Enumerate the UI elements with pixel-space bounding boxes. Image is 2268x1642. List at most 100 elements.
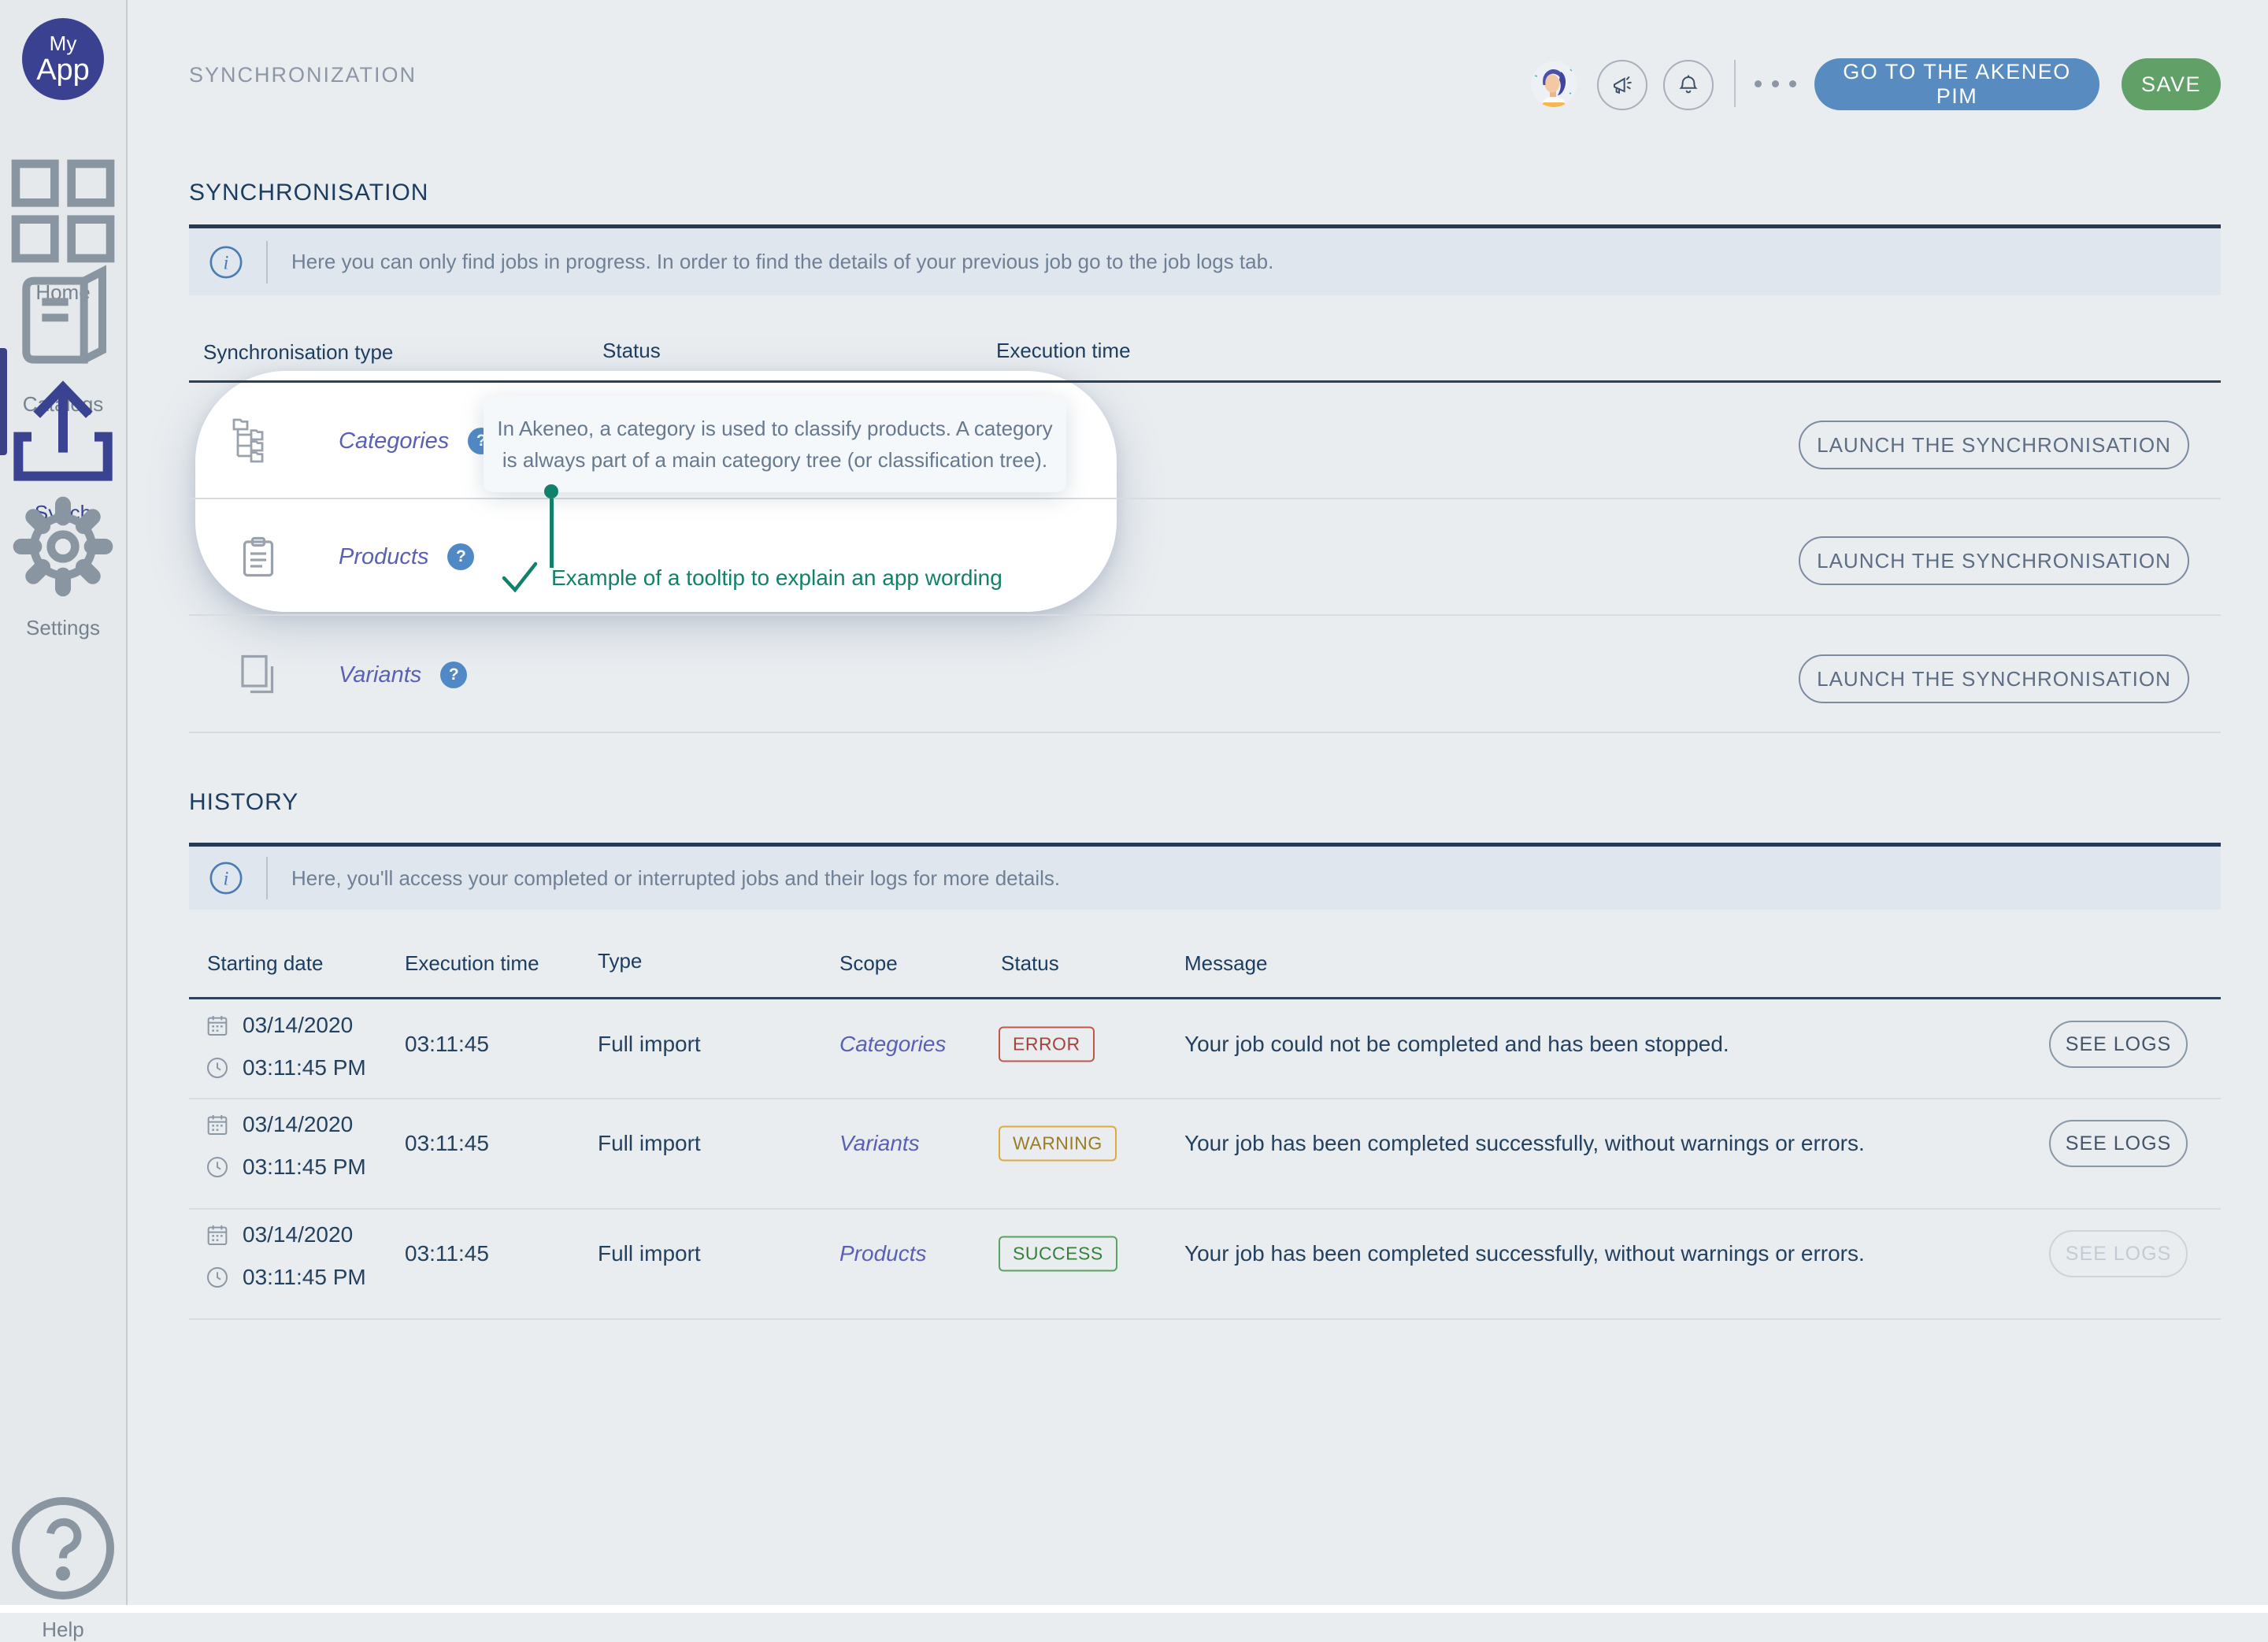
help-badge[interactable]: ? [440,662,467,688]
sync-type-cell: Categories ? [339,428,495,454]
sidebar-item-label: Settings [0,616,126,640]
launch-sync-button[interactable]: LAUNCH THE SYNCHRONISATION [1799,536,2189,585]
status-cell: WARNING [999,1126,1117,1162]
execution-time-cell: 03:11:45 [405,1032,489,1057]
tooltip-pointer-line [550,499,554,568]
svg-text:i: i [224,869,229,890]
history-row: 03/14/2020 03:11:45 PM 03:11:45 Full imp… [189,1000,2221,1098]
history-info-text: Here, you'll access your completed or in… [291,866,1060,891]
column-header-execution-time: Execution time [996,339,1131,363]
calendar-icon [205,1222,230,1247]
bell-icon [1676,72,1701,98]
execution-time-cell: 03:11:45 [405,1131,489,1156]
type-cell: Full import [598,1131,701,1156]
header-divider [1734,60,1736,107]
save-button[interactable]: SAVE [2122,58,2221,110]
sync-info-text: Here you can only find jobs in progress.… [291,250,1273,274]
variants-icon [235,650,282,698]
column-header-type: Type [598,949,642,973]
tooltip-pointer-dot [544,484,558,499]
tooltip-line2: is always part of a main category tree (… [502,444,1047,476]
sidebar-item-help[interactable]: Help [0,1485,126,1642]
column-header-status: Status [1001,951,1059,976]
scope-link[interactable]: Categories [839,1032,946,1057]
sync-type-link[interactable]: Products [339,544,428,570]
avatar[interactable] [1531,61,1577,107]
launch-sync-button[interactable]: LAUNCH THE SYNCHRONISATION [1799,421,2189,469]
book-icon [0,260,126,386]
gear-icon [0,484,126,610]
tooltip-line1: In Akeneo, a category is used to classif… [497,413,1052,444]
launch-sync-button[interactable]: LAUNCH THE SYNCHRONISATION [1799,654,2189,703]
column-header-status: Status [602,339,661,363]
starting-date: 03/14/2020 [243,1013,353,1038]
sync-row-variants: Variants ? LAUNCH THE SYNCHRONISATION [189,614,2221,732]
overflow-menu-icon[interactable] [1755,60,1796,107]
category-tree-icon [230,415,280,465]
see-logs-button-disabled: SEE LOGS [2049,1230,2188,1277]
go-to-pim-button[interactable]: GO TO THE AKENEO PIM [1814,58,2099,110]
banner-divider [266,857,268,899]
sync-row-products: Products ? LAUNCH THE SYNCHRONISATION [189,498,2221,614]
check-icon [501,561,539,594]
message-cell: Your job has been completed successfully… [1184,1131,1865,1156]
status-badge: SUCCESS [999,1236,1117,1272]
starting-date-cell: 03/14/2020 [205,1013,353,1038]
column-header-message: Message [1184,951,1268,976]
starting-date: 03/14/2020 [243,1112,353,1137]
sidebar: My App Home Catalogs Synch Settings Help [0,0,128,1605]
starting-time-cell: 03:11:45 PM [205,1155,366,1180]
status-badge: ERROR [999,1027,1095,1062]
svg-text:i: i [224,252,229,273]
sidebar-item-settings[interactable]: Settings [0,484,126,640]
message-cell: Your job has been completed successfully… [1184,1241,1865,1266]
starting-date-cell: 03/14/2020 [205,1222,353,1247]
clock-icon [205,1055,230,1080]
announcements-button[interactable] [1597,60,1647,110]
bottom-strip [0,1605,2268,1613]
logo-line1: My [50,32,77,54]
tooltip-annotation: Example of a tooltip to explain an app w… [551,565,1002,591]
help-icon [0,1485,126,1611]
history-row: 03/14/2020 03:11:45 PM 03:11:45 Full imp… [189,1098,2221,1208]
starting-time: 03:11:45 PM [243,1265,366,1290]
clipboard-icon [235,534,282,581]
status-cell: SUCCESS [999,1236,1117,1272]
sync-type-link[interactable]: Categories [339,428,449,454]
calendar-icon [205,1112,230,1137]
column-header-sync-type: Synchronisation type [203,340,393,365]
sidebar-item-label: Help [0,1618,126,1642]
type-cell: Full import [598,1241,701,1266]
history-info-banner: i Here, you'll access your completed or … [189,843,2221,910]
column-header-execution-time: Execution time [405,951,539,976]
row-divider [189,732,2221,733]
scope-link[interactable]: Variants [839,1131,920,1156]
notifications-button[interactable] [1663,60,1714,110]
grid-icon [0,148,126,274]
starting-time-cell: 03:11:45 PM [205,1055,366,1080]
starting-time: 03:11:45 PM [243,1155,366,1180]
clock-icon [205,1265,230,1290]
logo-line2: App [36,54,90,86]
message-cell: Your job could not be completed and has … [1184,1032,1729,1057]
sync-type-cell: Products ? [339,543,474,570]
app-logo[interactable]: My App [22,18,104,100]
starting-time: 03:11:45 PM [243,1055,366,1080]
starting-time-cell: 03:11:45 PM [205,1265,366,1290]
history-section-title: HISTORY [189,789,298,816]
starting-date-cell: 03/14/2020 [205,1112,353,1137]
banner-divider [266,241,268,284]
status-badge: WARNING [999,1126,1117,1162]
status-cell: ERROR [999,1027,1095,1062]
clock-icon [205,1155,230,1180]
help-badge[interactable]: ? [447,543,474,570]
see-logs-button[interactable]: SEE LOGS [2049,1120,2188,1167]
info-icon: i [208,244,244,280]
scope-link[interactable]: Products [839,1241,927,1266]
see-logs-button[interactable]: SEE LOGS [2049,1021,2188,1068]
upload-icon [0,369,126,495]
history-row: 03/14/2020 03:11:45 PM 03:11:45 Full imp… [189,1208,2221,1318]
sync-type-link[interactable]: Variants [339,662,421,688]
execution-time-cell: 03:11:45 [405,1241,489,1266]
megaphone-icon [1610,72,1635,98]
